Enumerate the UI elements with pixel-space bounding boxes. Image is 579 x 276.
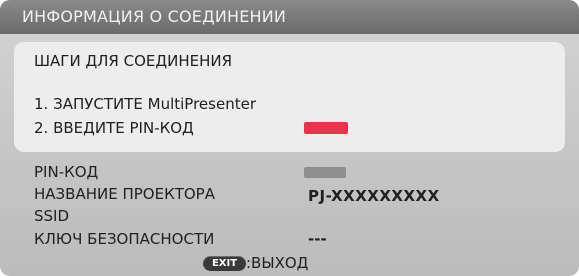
security-key-label: КЛЮЧ БЕЗОПАСНОСТИ xyxy=(34,230,215,248)
connection-info-dialog: ИНФОРМАЦИЯ О СОЕДИНЕНИИ ШАГИ ДЛЯ СОЕДИНЕ… xyxy=(0,0,579,276)
footer-bar: EXIT :ВЫХОД xyxy=(0,251,579,276)
pin-code-masked-value xyxy=(304,167,346,178)
security-key-value: --- xyxy=(308,230,327,248)
step-2-text: 2. ВВЕДИТЕ PIN-КОД xyxy=(34,119,194,137)
steps-heading: ШАГИ ДЛЯ СОЕДИНЕНИЯ xyxy=(34,52,233,70)
ssid-label: SSID xyxy=(34,207,70,225)
step-1-text: 1. ЗАПУСТИТЕ MultiPresenter xyxy=(34,95,256,113)
projector-name-label: НАЗВАНИЕ ПРОЕКТОРА xyxy=(34,185,215,203)
dialog-title: ИНФОРМАЦИЯ О СОЕДИНЕНИИ xyxy=(0,0,579,34)
exit-label: :ВЫХОД xyxy=(246,254,309,272)
pin-code-highlight xyxy=(304,122,348,134)
pin-code-label: PIN-КОД xyxy=(34,163,99,181)
projector-name-value: PJ-XXXXXXXXX xyxy=(308,187,440,205)
exit-key-icon[interactable]: EXIT xyxy=(203,256,246,271)
